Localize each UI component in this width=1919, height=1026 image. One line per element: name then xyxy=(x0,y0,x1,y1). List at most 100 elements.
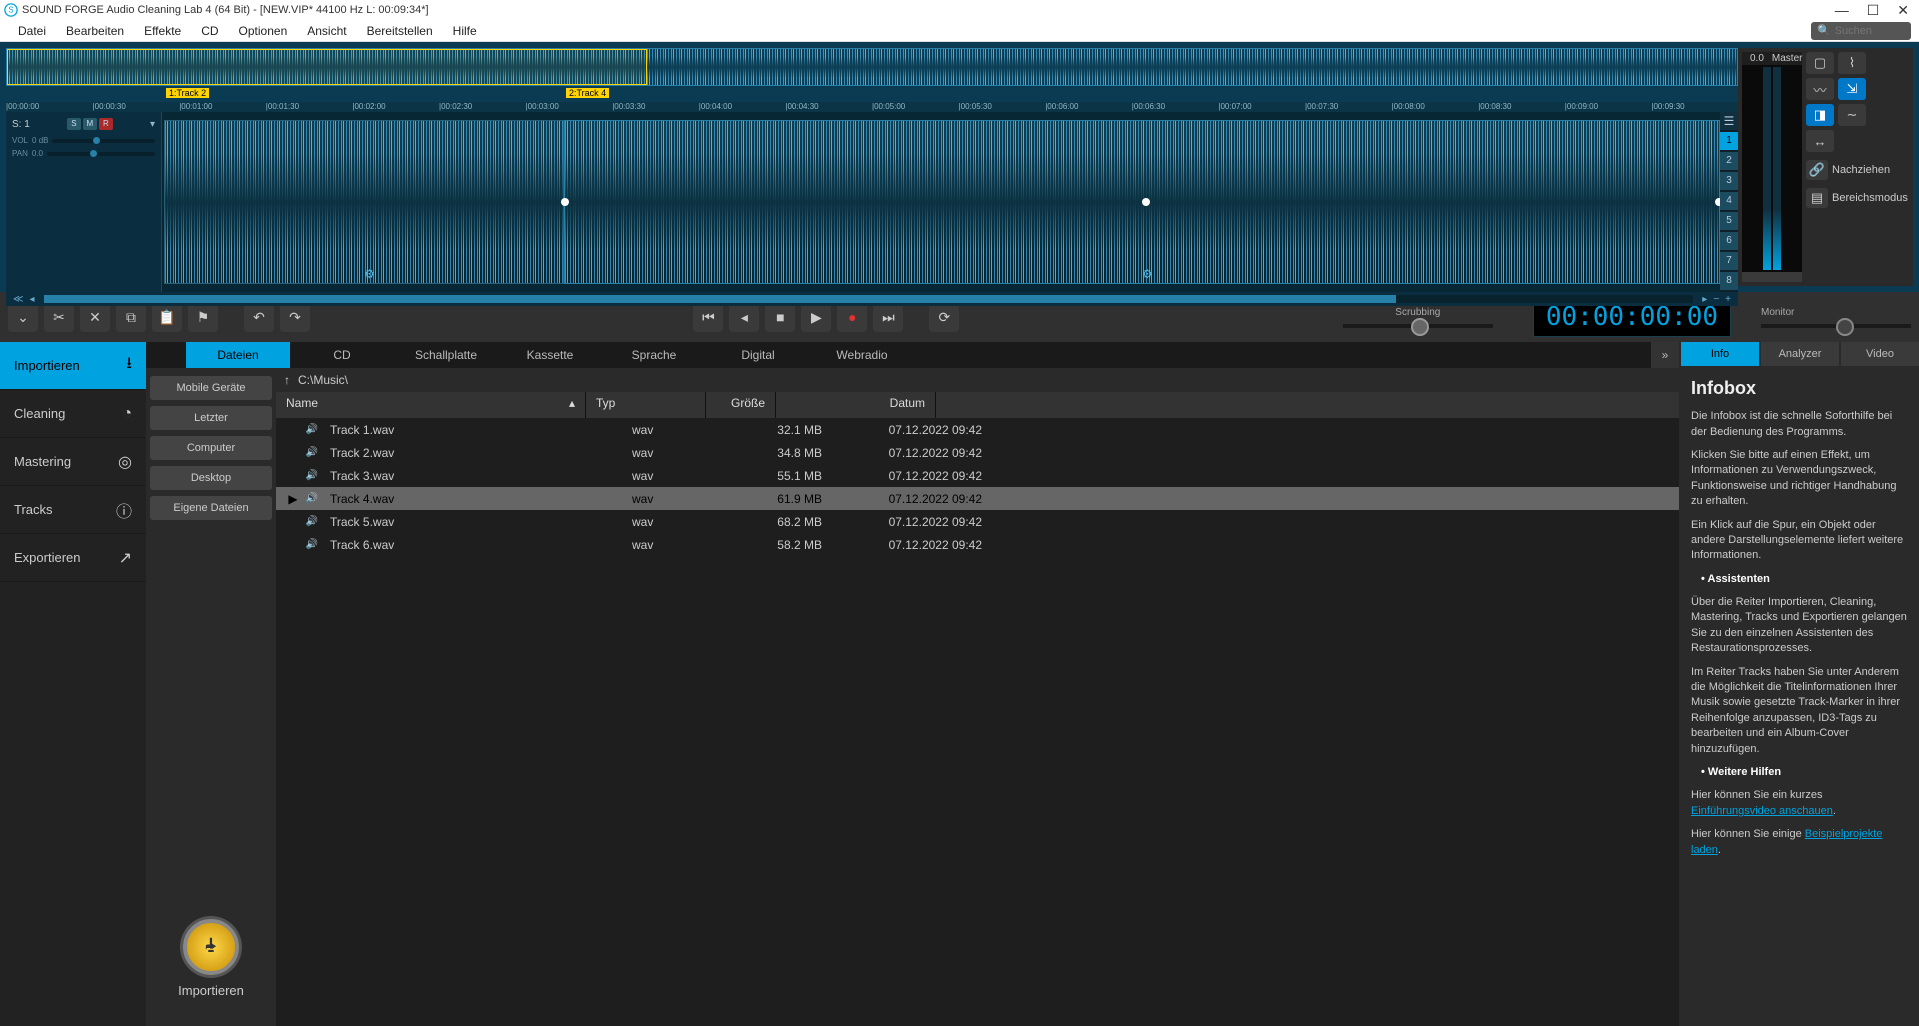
tab-webradio[interactable]: Webradio xyxy=(810,342,914,368)
track-marker-2[interactable]: 2:Track 4 xyxy=(566,88,609,98)
tab-sprache[interactable]: Sprache xyxy=(602,342,706,368)
marker-flag-icon[interactable]: ⚑ xyxy=(188,302,218,332)
link-icon[interactable]: 🔗 xyxy=(1806,160,1828,180)
search-input[interactable] xyxy=(1835,25,1899,37)
loc-mobile[interactable]: Mobile Geräte xyxy=(150,376,272,400)
scrubbing-control[interactable]: Scrubbing xyxy=(1343,307,1493,328)
range-icon[interactable]: ▤ xyxy=(1806,188,1828,208)
monitor-control[interactable]: Monitor xyxy=(1761,307,1911,328)
tab-digital[interactable]: Digital xyxy=(706,342,810,368)
scissors-icon[interactable]: ✂ xyxy=(44,302,74,332)
tool-cut-icon[interactable]: ◨ xyxy=(1806,104,1834,126)
menu-ansicht[interactable]: Ansicht xyxy=(297,24,356,38)
loc-computer[interactable]: Computer xyxy=(150,436,272,460)
lane-5[interactable]: 5 xyxy=(1720,212,1738,230)
loc-desktop[interactable]: Desktop xyxy=(150,466,272,490)
overview-waveform[interactable] xyxy=(6,48,1738,86)
minimize-icon[interactable]: — xyxy=(1835,2,1849,19)
prev-icon[interactable]: ◂ xyxy=(729,302,759,332)
track-canvas[interactable]: ⚙ ⚙ xyxy=(162,112,1720,292)
undo-icon[interactable]: ↶ xyxy=(244,302,274,332)
lane-3[interactable]: 3 xyxy=(1720,172,1738,190)
nav-up-icon[interactable]: ↑ xyxy=(284,373,290,387)
arm-record-button[interactable]: R xyxy=(99,118,113,130)
delete-icon[interactable]: ✕ xyxy=(80,302,110,332)
skip-start-icon[interactable]: ⏮ xyxy=(693,302,723,332)
menu-cd[interactable]: CD xyxy=(191,24,228,38)
menu-datei[interactable]: Datei xyxy=(8,24,56,38)
path-bar[interactable]: ↑ C:\Music\ xyxy=(276,368,1679,392)
track-marker-1[interactable]: 1:Track 2 xyxy=(166,88,209,98)
mute-button[interactable]: M xyxy=(83,118,97,130)
nav-mastering[interactable]: Mastering ◎ xyxy=(0,438,146,486)
tab-dateien[interactable]: Dateien xyxy=(186,342,290,368)
rtab-video[interactable]: Video xyxy=(1841,342,1919,366)
track-collapse-icon[interactable]: ▾ xyxy=(150,119,155,130)
overview-selection[interactable] xyxy=(7,49,647,85)
file-row[interactable]: 🔊Track 5.wavwav68.2 MB07.12.2022 09:42 xyxy=(276,510,1679,533)
play-icon[interactable]: ▶ xyxy=(801,302,831,332)
lane-4[interactable]: 4 xyxy=(1720,192,1738,210)
lane-8[interactable]: 8 xyxy=(1720,272,1738,290)
expand-down-icon[interactable]: ⌄ xyxy=(8,302,38,332)
timeline-ruler[interactable]: |00:00:00|00:00:30|00:01:00|00:01:30|00:… xyxy=(6,102,1738,112)
lane-6[interactable]: 6 xyxy=(1720,232,1738,250)
zoom-in-icon[interactable]: + xyxy=(1722,294,1734,305)
stop-icon[interactable]: ■ xyxy=(765,302,795,332)
object-fx-icon[interactable]: ⚙ xyxy=(364,267,375,281)
rtab-info[interactable]: Info xyxy=(1681,342,1759,366)
col-date[interactable]: Datum xyxy=(776,392,936,418)
audio-object-2[interactable]: ⚙ xyxy=(564,120,1720,284)
pan-slider[interactable] xyxy=(47,152,155,156)
volume-slider[interactable] xyxy=(52,139,155,143)
scroll-right-icon[interactable]: ▸ xyxy=(1699,294,1710,305)
menu-optionen[interactable]: Optionen xyxy=(229,24,298,38)
maximize-icon[interactable]: ☐ xyxy=(1867,2,1880,19)
object-handle-mid[interactable] xyxy=(1142,198,1150,206)
scroll-left-far-icon[interactable]: ≪ xyxy=(10,294,26,305)
paste-icon[interactable]: 📋 xyxy=(152,302,182,332)
tool-stretch-icon[interactable]: ↔ xyxy=(1806,130,1834,152)
loc-eigene[interactable]: Eigene Dateien xyxy=(150,496,272,520)
nav-exportieren[interactable]: Exportieren ↗ xyxy=(0,534,146,582)
nav-cleaning[interactable]: Cleaning ◔ xyxy=(0,390,146,438)
skip-end-icon[interactable]: ⏭ xyxy=(873,302,903,332)
scrollbar-thumb[interactable] xyxy=(44,295,1397,303)
file-row[interactable]: 🔊Track 1.wavwav32.1 MB07.12.2022 09:42 xyxy=(276,418,1679,441)
horizontal-scrollbar[interactable]: ≪ ◂ ▸ − + xyxy=(6,292,1738,306)
row-play-icon[interactable]: ▶ xyxy=(284,492,302,506)
zoom-out-icon[interactable]: − xyxy=(1710,294,1722,305)
solo-button[interactable]: S xyxy=(67,118,81,130)
col-name[interactable]: Name ▴ xyxy=(276,392,586,418)
menu-hilfe[interactable]: Hilfe xyxy=(443,24,487,38)
copy-icon[interactable]: ⧉ xyxy=(116,302,146,332)
lane-mode-button[interactable]: ☰ xyxy=(1720,112,1738,130)
file-row[interactable]: ▶🔊Track 4.wavwav61.9 MB07.12.2022 09:42 xyxy=(276,487,1679,510)
loc-letzter[interactable]: Letzter xyxy=(150,406,272,430)
tab-cd[interactable]: CD xyxy=(290,342,394,368)
close-icon[interactable]: ✕ xyxy=(1897,2,1909,19)
audio-object-1[interactable]: ⚙ xyxy=(164,120,564,284)
menu-search[interactable]: 🔍 xyxy=(1811,22,1911,40)
col-typ[interactable]: Typ xyxy=(586,392,706,418)
object-handle-left[interactable] xyxy=(561,198,569,206)
tabs-overflow-icon[interactable]: » xyxy=(1651,342,1679,368)
menu-bereitstellen[interactable]: Bereitstellen xyxy=(357,24,443,38)
nav-importieren[interactable]: Importieren ⭳ xyxy=(0,342,146,390)
tab-kassette[interactable]: Kassette xyxy=(498,342,602,368)
tool-volume-icon[interactable]: ⌇ xyxy=(1838,52,1866,74)
lane-2[interactable]: 2 xyxy=(1720,152,1738,170)
record-icon[interactable]: ● xyxy=(837,302,867,332)
tab-schallplatte[interactable]: Schallplatte xyxy=(394,342,498,368)
menu-bearbeiten[interactable]: Bearbeiten xyxy=(56,24,134,38)
loop-icon[interactable]: ⟳ xyxy=(929,302,959,332)
file-row[interactable]: 🔊Track 2.wavwav34.8 MB07.12.2022 09:42 xyxy=(276,441,1679,464)
object-handle-right[interactable] xyxy=(1715,198,1720,206)
import-action-button[interactable]: ⭳⮫ xyxy=(183,919,239,975)
lane-7[interactable]: 7 xyxy=(1720,252,1738,270)
master-fader[interactable] xyxy=(1742,272,1802,282)
lane-1[interactable]: 1 xyxy=(1720,132,1738,150)
tool-move-icon[interactable]: ⇲ xyxy=(1838,78,1866,100)
file-row[interactable]: 🔊Track 6.wavwav58.2 MB07.12.2022 09:42 xyxy=(276,533,1679,556)
intro-video-link[interactable]: Einführungsvideo anschauen xyxy=(1691,805,1833,817)
